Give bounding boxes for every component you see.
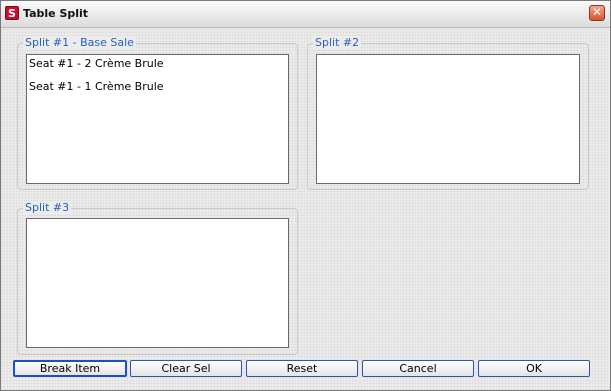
split-1-list[interactable]: Seat #1 - 2 Crème Brule Seat #1 - 1 Crèm… — [26, 54, 289, 184]
reset-button[interactable]: Reset — [246, 360, 358, 377]
split-3-label: Split #3 — [23, 201, 72, 214]
close-button[interactable]: ✕ — [589, 5, 605, 21]
title-bar[interactable]: S Table Split ✕ — [1, 1, 610, 28]
cancel-button[interactable]: Cancel — [362, 360, 474, 377]
split-2-list[interactable] — [316, 54, 580, 184]
list-item[interactable]: Seat #1 - 1 Crème Brule — [29, 80, 164, 93]
list-item[interactable]: Seat #1 - 2 Crème Brule — [29, 57, 164, 70]
break-item-button[interactable]: Break Item — [13, 360, 127, 377]
window-title: Table Split — [23, 7, 89, 20]
split-2-label: Split #2 — [313, 36, 362, 49]
clear-selection-button[interactable]: Clear Sel — [130, 360, 242, 377]
app-logo-icon: S — [5, 6, 19, 20]
table-split-dialog: S Table Split ✕ Split #1 - Base Sale Sea… — [0, 0, 611, 391]
split-1-label: Split #1 - Base Sale — [23, 36, 136, 49]
ok-button[interactable]: OK — [478, 360, 590, 377]
split-3-list[interactable] — [26, 218, 289, 348]
